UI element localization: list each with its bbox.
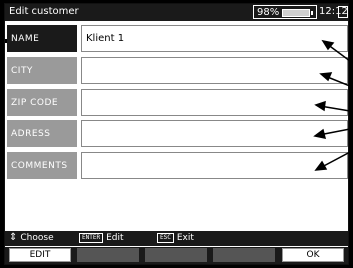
softkey-2-button[interactable] bbox=[77, 248, 139, 262]
city-field[interactable] bbox=[81, 57, 348, 84]
address-field[interactable] bbox=[81, 120, 348, 147]
field-row-address[interactable]: ADRESS bbox=[7, 120, 348, 147]
battery-percent: 98% bbox=[257, 7, 280, 18]
enter-key-icon: ENTER bbox=[79, 233, 104, 243]
softkey-4-button[interactable] bbox=[213, 248, 275, 262]
up-down-arrow-icon: ⇕ bbox=[9, 232, 18, 243]
field-label: NAME bbox=[7, 25, 77, 52]
battery-icon bbox=[282, 9, 313, 17]
field-label: COMMENTS bbox=[7, 152, 77, 179]
esc-key-icon: ESC bbox=[157, 233, 174, 243]
edit-button[interactable]: EDIT bbox=[9, 248, 71, 262]
title-bar: Edit customer 98% 12:12 bbox=[5, 4, 348, 21]
field-label: ADRESS bbox=[7, 120, 77, 147]
edit-customer-window: Edit customer 98% 12:12 NAME Klient 1 CI… bbox=[4, 3, 350, 265]
hint-exit: ESC Exit bbox=[157, 233, 194, 243]
hint-choose-label: Choose bbox=[20, 233, 54, 243]
field-row-comments[interactable]: COMMENTS bbox=[7, 152, 348, 179]
hint-edit-label: Edit bbox=[106, 233, 124, 243]
ok-button[interactable]: OK bbox=[282, 248, 344, 262]
hint-bar: ⇕ Choose ENTER Edit ESC Exit bbox=[5, 231, 348, 246]
battery-indicator: 98% bbox=[253, 5, 317, 19]
window-title: Edit customer bbox=[9, 6, 79, 17]
hint-edit: ENTER Edit bbox=[79, 233, 124, 243]
hint-exit-label: Exit bbox=[176, 233, 194, 243]
field-row-zip[interactable]: ZIP CODE bbox=[7, 89, 348, 116]
softkey-3-button[interactable] bbox=[145, 248, 207, 262]
field-row-city[interactable]: CITY bbox=[7, 57, 348, 84]
field-label: ZIP CODE bbox=[7, 89, 77, 116]
name-field[interactable]: Klient 1 bbox=[81, 25, 348, 52]
zip-code-field[interactable] bbox=[81, 89, 348, 116]
field-row-name[interactable]: NAME Klient 1 bbox=[7, 25, 348, 52]
softkey-bar: EDIT OK bbox=[5, 247, 348, 264]
status-icon bbox=[338, 6, 348, 18]
comments-field[interactable] bbox=[81, 152, 348, 179]
hint-choose: ⇕ Choose bbox=[9, 232, 54, 244]
field-label: CITY bbox=[7, 57, 77, 84]
